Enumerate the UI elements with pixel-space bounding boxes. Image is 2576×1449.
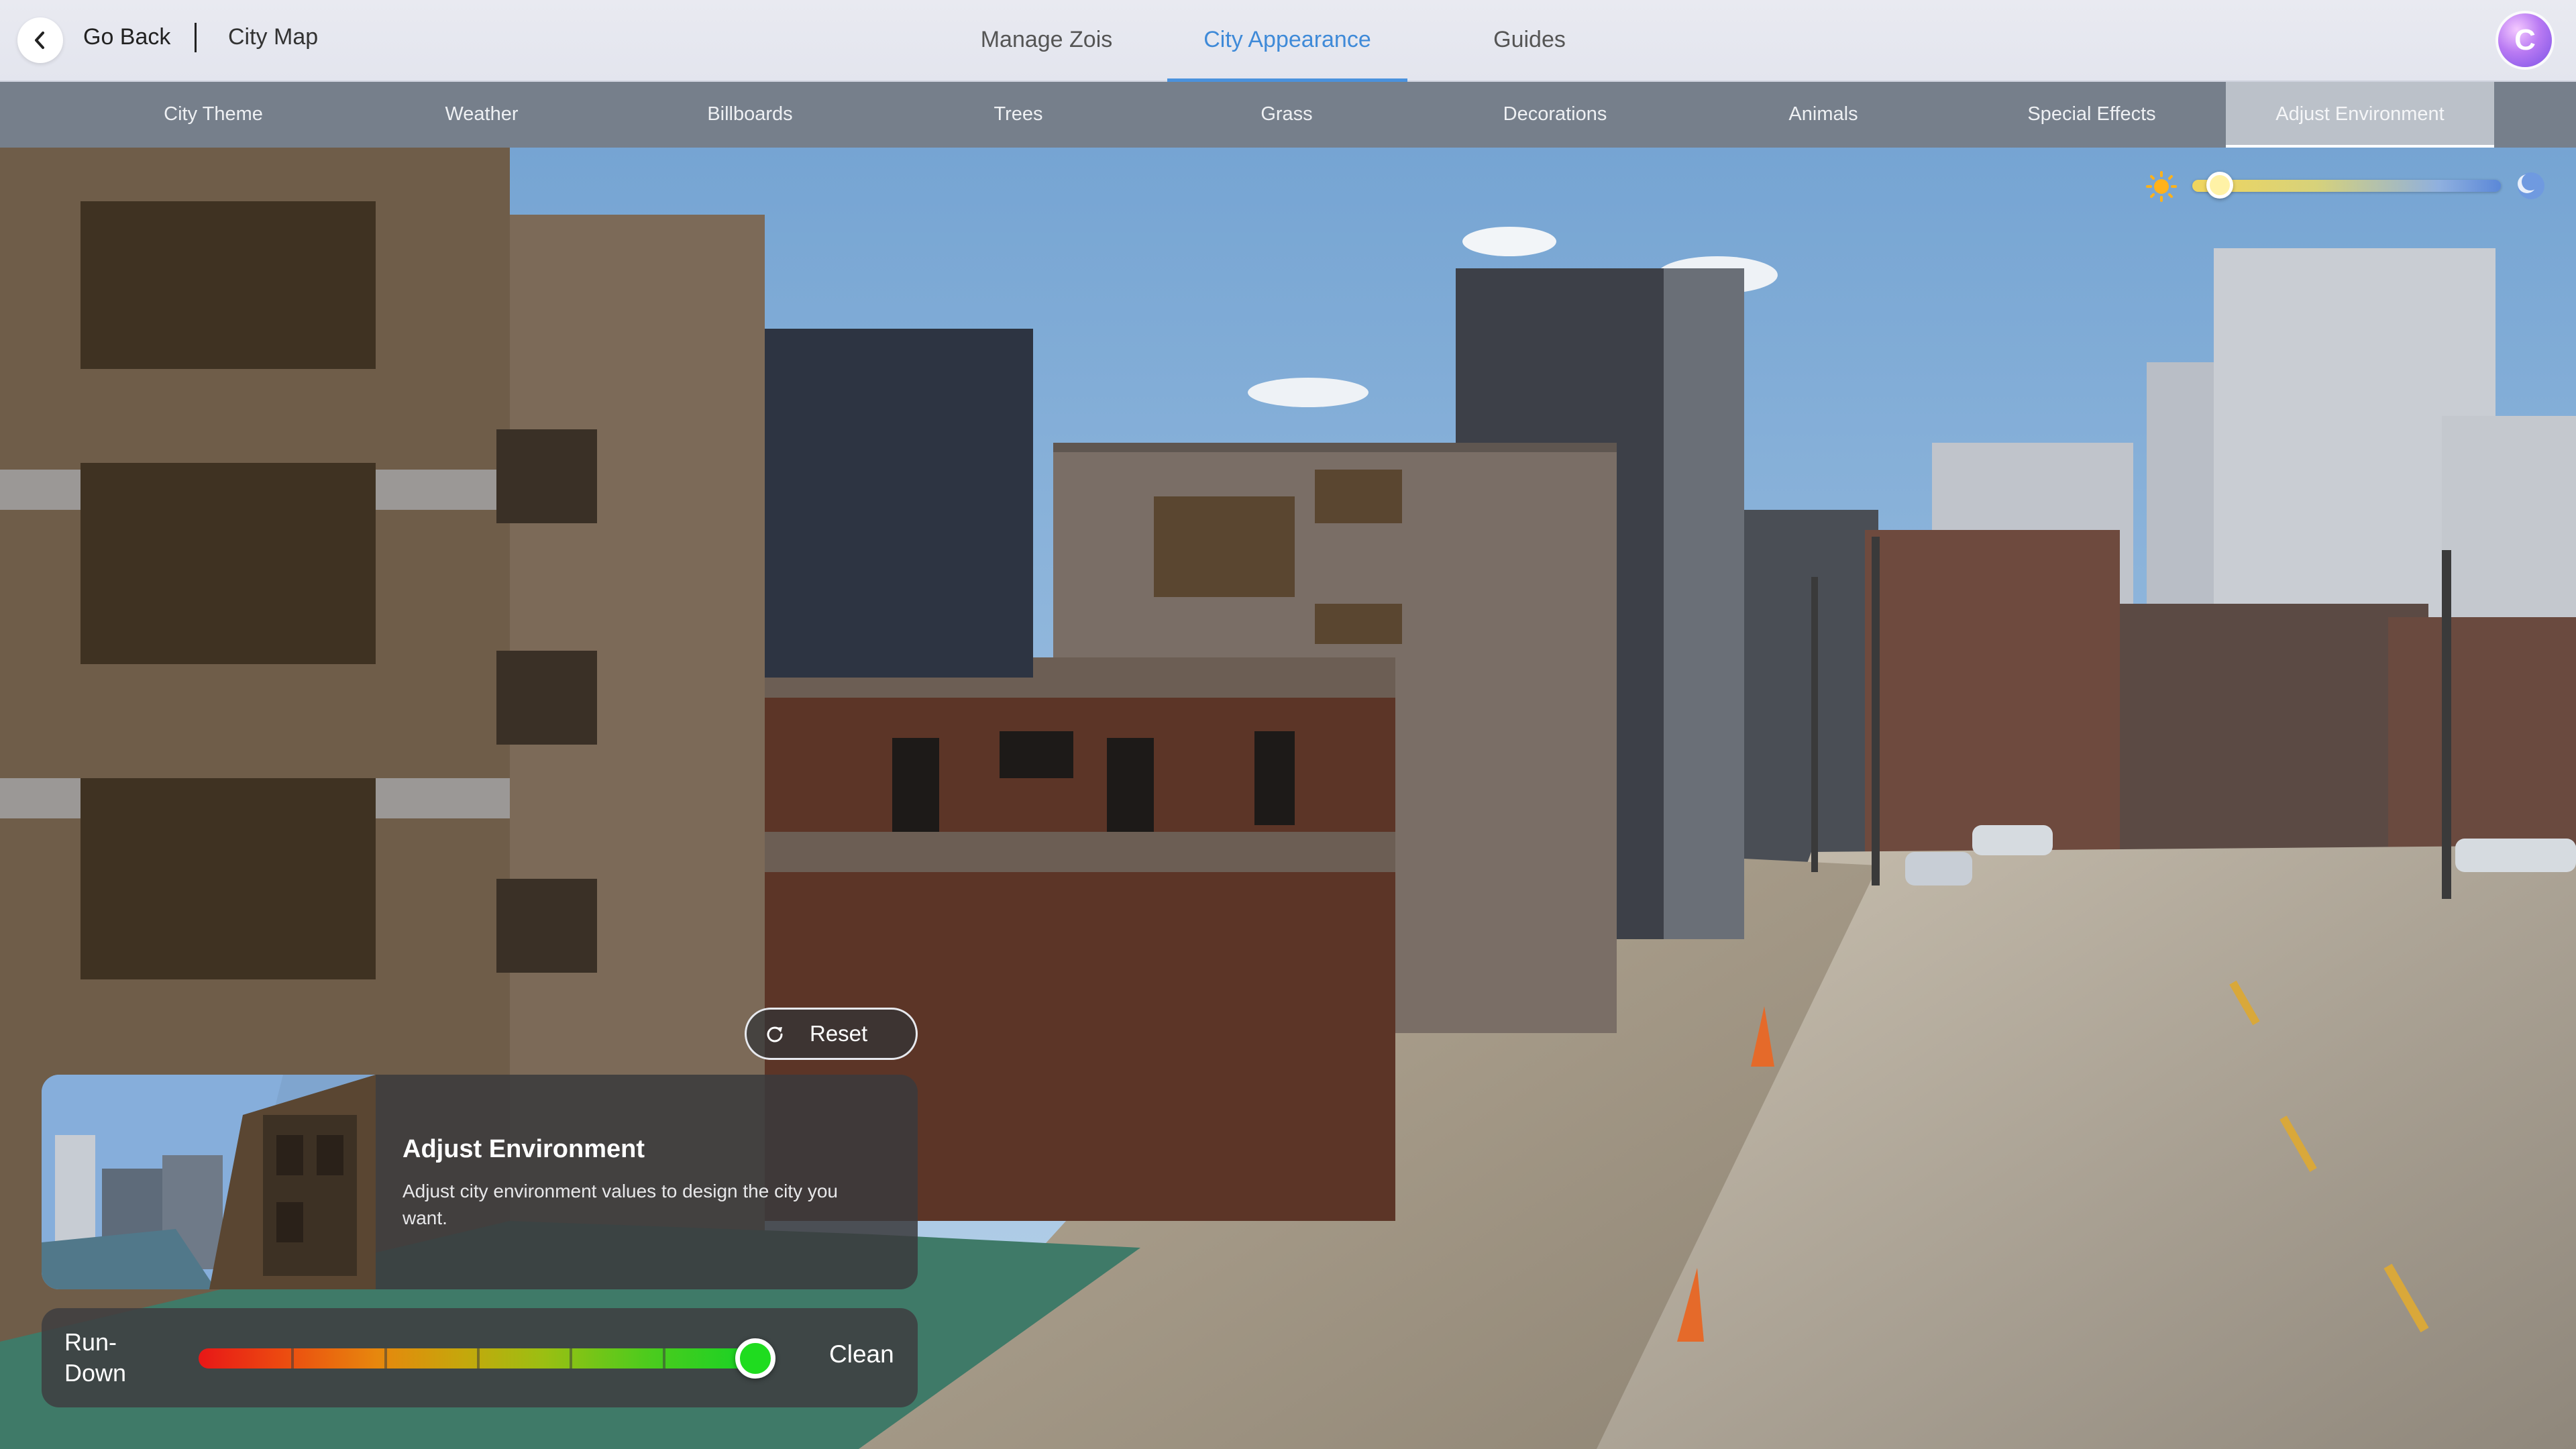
condition-slider-tick: [570, 1348, 573, 1368]
subtab-city-theme[interactable]: City Theme: [79, 82, 347, 148]
condition-slider-tick: [477, 1348, 480, 1368]
environment-info-card: Adjust Environment Adjust city environme…: [42, 1075, 918, 1289]
tab-manage-zois[interactable]: Manage Zois: [966, 0, 1127, 80]
subtab-decorations[interactable]: Decorations: [1421, 82, 1689, 148]
condition-slider-tick: [291, 1348, 294, 1368]
condition-slider-panel: Run- Down Clean: [42, 1308, 918, 1407]
condition-slider-tick: [662, 1348, 665, 1368]
condition-slider-tick: [384, 1348, 387, 1368]
reset-button[interactable]: Reset: [745, 1008, 918, 1060]
subtab-billboards[interactable]: Billboards: [616, 82, 884, 148]
reset-label: Reset: [810, 1021, 868, 1046]
run-down-label: Run- Down: [64, 1327, 138, 1389]
top-nav-bar: Go Back City Map Manage Zois City Appear…: [0, 0, 2576, 82]
tab-city-appearance[interactable]: City Appearance: [1167, 0, 1407, 82]
info-card-description: Adjust city environment values to design…: [402, 1181, 839, 1228]
refresh-icon: [767, 1026, 783, 1042]
profile-avatar[interactable]: C: [2498, 13, 2552, 67]
profile-initial: C: [2514, 23, 2536, 56]
run-down-text: Run- Down: [64, 1328, 127, 1387]
go-back-link[interactable]: Go Back: [83, 24, 170, 50]
time-of-day-slider[interactable]: [2192, 172, 2501, 199]
subtab-animals[interactable]: Animals: [1689, 82, 1957, 148]
subtab-weather[interactable]: Weather: [347, 82, 616, 148]
condition-slider-handle[interactable]: [735, 1338, 775, 1379]
subtab-grass[interactable]: Grass: [1152, 82, 1421, 148]
clean-label: Clean: [829, 1340, 894, 1368]
subtab-adjust-environment[interactable]: Adjust Environment: [2226, 82, 2494, 148]
sub-nav-bar: City Theme Weather Billboards Trees Gras…: [0, 82, 2576, 148]
breadcrumb-city-map[interactable]: City Map: [228, 24, 318, 50]
back-button[interactable]: [17, 17, 63, 63]
breadcrumb-separator: [195, 23, 197, 52]
environment-preview-image: [42, 1075, 376, 1289]
subtab-special-effects[interactable]: Special Effects: [1957, 82, 2226, 148]
moon-icon: [2518, 172, 2544, 199]
tab-guides[interactable]: Guides: [1462, 0, 1597, 80]
info-card-title: Adjust Environment: [402, 1135, 645, 1163]
condition-slider[interactable]: [199, 1338, 775, 1379]
subtab-trees[interactable]: Trees: [884, 82, 1152, 148]
sun-icon: [2146, 171, 2177, 202]
chevron-left-icon: [35, 32, 44, 49]
